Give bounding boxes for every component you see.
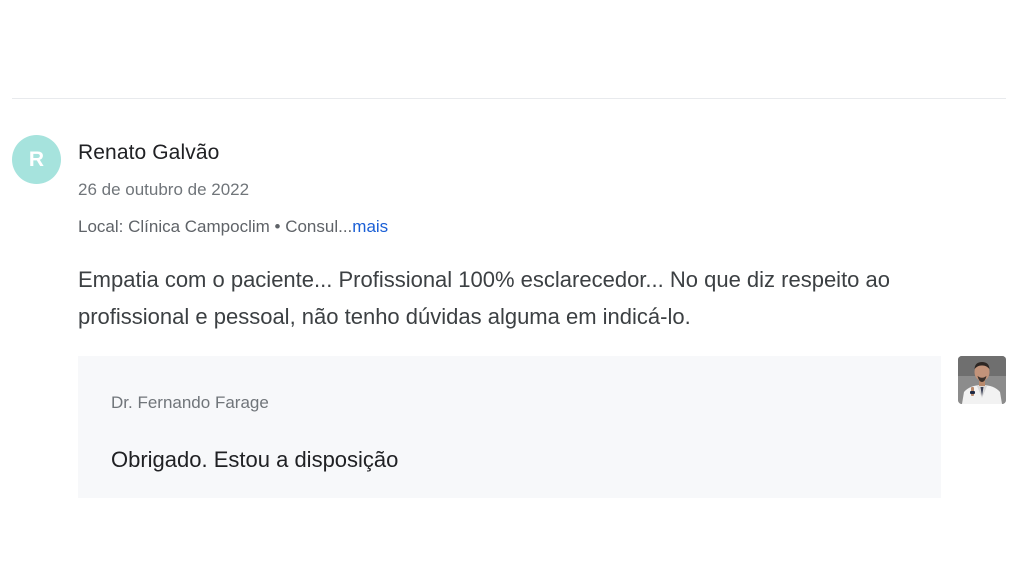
more-link[interactable]: mais (352, 217, 388, 236)
review-date: 26 de outubro de 2022 (78, 180, 250, 199)
review-page: R Renato Galvão 26 de outubro de 2022 Lo… (0, 0, 1024, 576)
divider (12, 98, 1006, 99)
review-text: Empatia com o paciente... Profissional 1… (78, 267, 891, 329)
owner-reply: Dr. Fernando Farage Obrigado. Estou a di… (78, 356, 941, 498)
reviewer-name[interactable]: Renato Galvão (78, 141, 219, 165)
location-text: Local: Clínica Campoclim • Consul... (78, 217, 353, 236)
review-location: Local: Clínica Campoclim • Consul...mais (78, 217, 388, 237)
reviewer-avatar[interactable]: R (12, 135, 61, 184)
owner-photo (958, 356, 1006, 404)
doctor-photo-icon (958, 356, 1006, 404)
reply-author: Dr. Fernando Farage (111, 393, 269, 412)
reply-text: Obrigado. Estou a disposição (111, 447, 399, 472)
avatar-initial: R (28, 147, 45, 171)
